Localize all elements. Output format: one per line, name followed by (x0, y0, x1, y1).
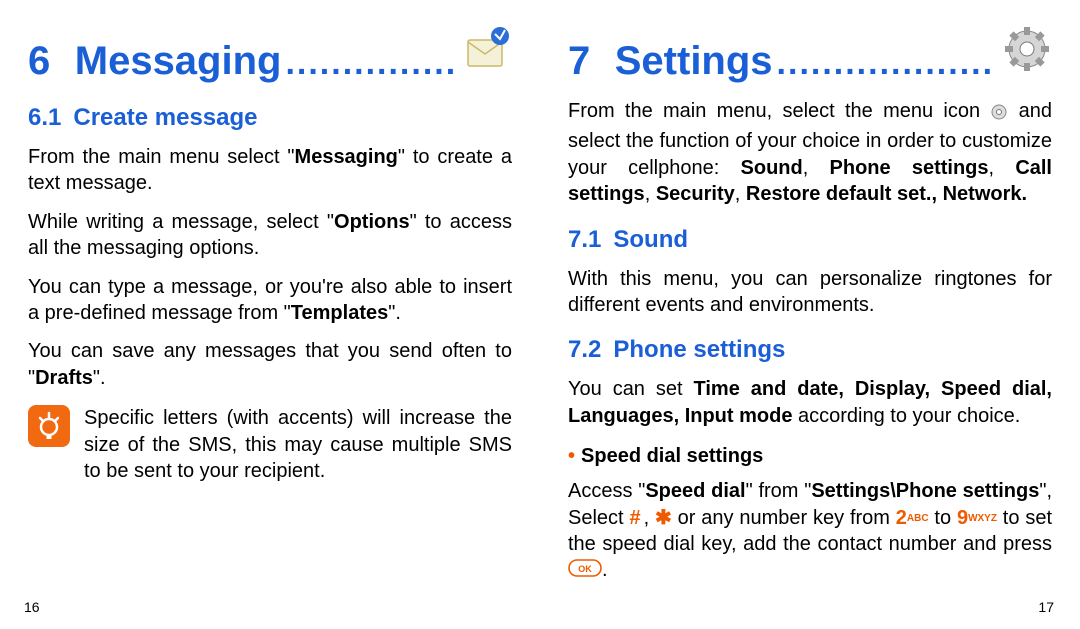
star-key-icon: ✱ (655, 507, 672, 529)
section-7-1-header: 7.1 Sound (568, 226, 1052, 254)
para: From the main menu, select the menu icon… (568, 98, 1052, 208)
chapter-title: Messaging (75, 39, 282, 84)
para: While writing a message, select "Options… (28, 209, 512, 262)
bullet-title: Speed dial settings (581, 445, 763, 468)
tip-icon (28, 405, 70, 447)
para: You can set Time and date, Display, Spee… (568, 376, 1052, 429)
para: With this menu, you can personalize ring… (568, 266, 1052, 319)
leader-dots: ......................... (285, 44, 454, 83)
svg-text:OK: OK (578, 564, 592, 574)
para: Access "Speed dial" from "Settings\Phone… (568, 478, 1052, 584)
bullet-speed-dial: • Speed dial settings (568, 445, 1052, 468)
section-number: 6.1 (28, 104, 61, 132)
chapter-number: 6 (28, 39, 51, 84)
section-title: Sound (613, 226, 688, 254)
messaging-icon (462, 24, 512, 74)
section-number: 7.1 (568, 226, 601, 254)
page-left: 6 Messaging ......................... 6.… (0, 0, 540, 629)
bullet-icon: • (568, 445, 575, 468)
settings-gear-icon (1002, 24, 1052, 74)
section-6-1-header: 6.1 Create message (28, 104, 512, 132)
para: You can save any messages that you send … (28, 338, 512, 391)
section-number: 7.2 (568, 336, 601, 364)
key-9-icon: 9 (957, 507, 968, 529)
ok-key-icon: OK (568, 558, 602, 584)
para: You can type a message, or you're also a… (28, 274, 512, 327)
hash-key-icon: # (629, 507, 640, 529)
chapter-number: 7 (568, 39, 591, 84)
gear-inline-icon (990, 102, 1008, 128)
chapter-title: Settings (615, 39, 773, 84)
note-text: Specific letters (with accents) will inc… (84, 405, 512, 484)
leader-dots: ............................... (777, 44, 994, 83)
chapter-6-header: 6 Messaging ......................... (28, 24, 512, 84)
para: From the main menu select "Messaging" to… (28, 144, 512, 197)
page-right: 7 Settings .............................… (540, 0, 1080, 629)
section-7-2-header: 7.2 Phone settings (568, 336, 1052, 364)
page-number: 16 (24, 599, 40, 615)
key-2-icon: 2 (896, 507, 907, 529)
section-title: Phone settings (613, 336, 785, 364)
note: Specific letters (with accents) will inc… (28, 405, 512, 484)
chapter-7-header: 7 Settings .............................… (568, 24, 1052, 84)
section-title: Create message (73, 104, 257, 132)
page-number: 17 (1038, 599, 1054, 615)
